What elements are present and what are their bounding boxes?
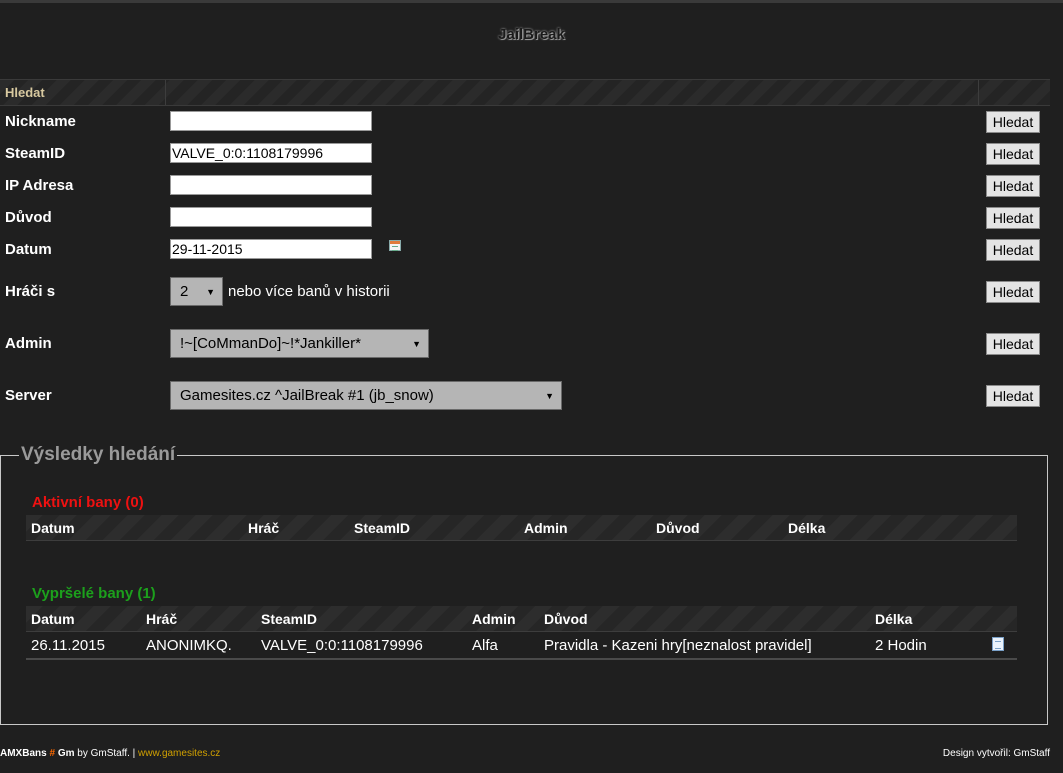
header-divider xyxy=(165,80,166,105)
search-nickname-button[interactable]: Hledat xyxy=(986,111,1040,133)
document-icon[interactable] xyxy=(992,637,1004,651)
search-players-button[interactable]: Hledat xyxy=(986,281,1040,303)
column-header-steamid: SteamID xyxy=(354,520,411,536)
reason-input[interactable] xyxy=(170,207,372,227)
top-border xyxy=(0,0,1063,3)
active-bans-table-header: Datum Hráč SteamID Admin Důvod Délka xyxy=(26,515,1017,540)
row-reason: Pravidla - Kazeni hry[neznalost pravidel… xyxy=(544,637,812,654)
row-admin: Alfa xyxy=(472,637,498,654)
header-divider xyxy=(978,80,979,105)
footer-link[interactable]: www.gamesites.cz xyxy=(138,748,220,759)
players-label: Hráči s xyxy=(5,283,56,300)
ip-label: IP Adresa xyxy=(5,177,74,194)
column-header-length: Délka xyxy=(788,520,826,536)
chevron-down-icon: ▼ xyxy=(206,286,215,297)
table-divider xyxy=(26,631,1017,632)
chevron-down-icon: ▼ xyxy=(412,338,421,349)
column-header-length: Délka xyxy=(875,611,913,627)
date-label: Datum xyxy=(5,241,52,258)
ip-input[interactable] xyxy=(170,175,372,195)
column-header-reason: Důvod xyxy=(544,611,588,627)
ban-count-value: 2 xyxy=(180,283,189,300)
column-header-admin: Admin xyxy=(472,611,516,627)
nickname-input[interactable] xyxy=(170,111,372,131)
server-select[interactable]: Gamesites.cz ^JailBreak #1 (jb_snow) ▼ xyxy=(170,381,562,410)
admin-select[interactable]: !~[CoMmanDo]~!*Jankiller* ▼ xyxy=(170,329,429,358)
active-bans-heading: Aktivní bany (0) xyxy=(32,494,144,511)
admin-label: Admin xyxy=(5,335,52,352)
admin-select-value: !~[CoMmanDo]~!*Jankiller* xyxy=(180,335,361,352)
results-legend: Výsledky hledání xyxy=(21,444,176,465)
row-length: 2 Hodin xyxy=(875,637,927,654)
column-header-reason: Důvod xyxy=(656,520,700,536)
column-header-steamid: SteamID xyxy=(261,611,318,627)
date-input[interactable] xyxy=(170,239,372,259)
table-divider xyxy=(26,540,1017,541)
server-select-value: Gamesites.cz ^JailBreak #1 (jb_snow) xyxy=(180,387,434,404)
footer-brand: AMXBans xyxy=(0,748,47,759)
expired-bans-heading: Vypršelé bany (1) xyxy=(32,585,156,602)
search-server-button[interactable]: Hledat xyxy=(986,385,1040,407)
page-title: JailBreak xyxy=(498,26,565,43)
row-date: 26.11.2015 xyxy=(31,637,105,654)
calendar-icon[interactable] xyxy=(389,240,401,251)
search-section-label: Hledat xyxy=(5,85,45,100)
column-header-player: Hráč xyxy=(146,611,178,627)
ban-count-suffix: nebo více banů v historii xyxy=(228,283,390,300)
column-header-date: Datum xyxy=(31,611,75,627)
column-header-admin: Admin xyxy=(524,520,568,536)
search-section-header: Hledat xyxy=(0,79,1050,106)
column-header-player: Hráč xyxy=(248,520,280,536)
reason-label: Důvod xyxy=(5,209,52,226)
footer-credits: AMXBans # Gm by GmStaff. | www.gamesites… xyxy=(0,748,220,759)
search-steamid-button[interactable]: Hledat xyxy=(986,143,1040,165)
nickname-label: Nickname xyxy=(5,113,76,130)
footer-design-credit: Design vytvořil: GmStaff xyxy=(942,748,1050,759)
search-date-button[interactable]: Hledat xyxy=(986,239,1040,261)
row-steamid: VALVE_0:0:1108179996 xyxy=(261,637,423,654)
chevron-down-icon: ▼ xyxy=(545,390,554,401)
footer-gm: Gm xyxy=(57,748,75,759)
search-admin-button[interactable]: Hledat xyxy=(986,333,1040,355)
search-ip-button[interactable]: Hledat xyxy=(986,175,1040,197)
footer-separator: # xyxy=(49,748,56,759)
row-player: ANONIMKQ. xyxy=(146,637,232,654)
column-header-date: Datum xyxy=(31,520,75,536)
footer-by: by GmStaff. | xyxy=(77,748,136,759)
table-divider xyxy=(26,658,1017,660)
steamid-label: SteamID xyxy=(5,145,66,162)
steamid-input[interactable] xyxy=(170,143,372,163)
results-panel: Výsledky hledání xyxy=(0,444,1048,725)
search-reason-button[interactable]: Hledat xyxy=(986,207,1040,229)
server-label: Server xyxy=(5,387,52,404)
ban-count-select[interactable]: 2 ▼ xyxy=(170,277,223,306)
expired-bans-table-header: Datum Hráč SteamID Admin Důvod Délka xyxy=(26,606,1017,631)
